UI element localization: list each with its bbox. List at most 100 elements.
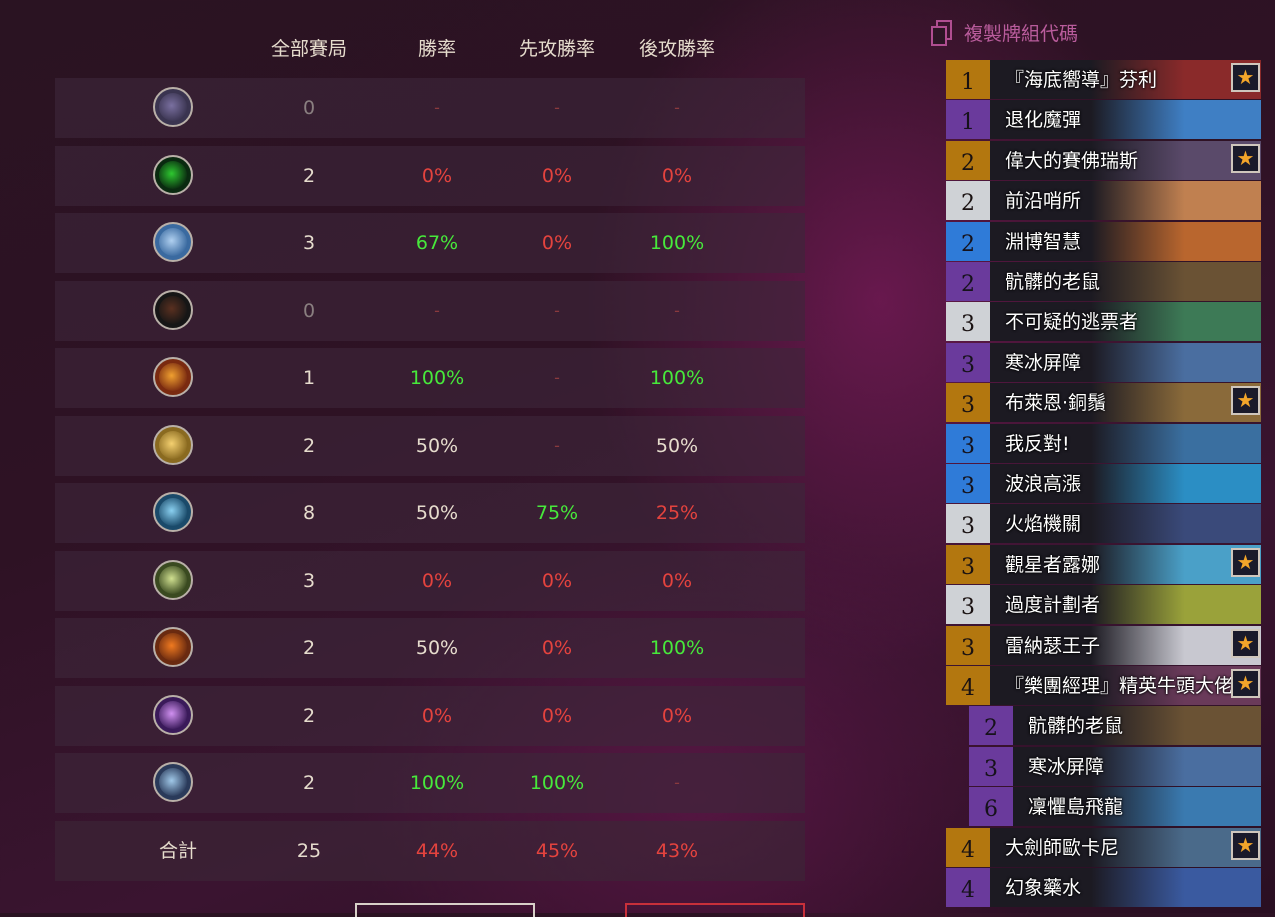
games-count: 0 xyxy=(302,299,316,322)
card-art xyxy=(1091,262,1261,301)
reset-button[interactable] xyxy=(625,903,805,917)
warrior-class-icon[interactable] xyxy=(153,627,193,667)
card-name: 不可疑的逃票者 xyxy=(1005,311,1139,334)
card-item[interactable]: 3 火焰機關 xyxy=(946,504,1261,544)
card-name: 觀星者露娜 xyxy=(1005,553,1101,576)
win-rate-cell: 0% xyxy=(421,164,453,187)
win-rate-cell: 50% xyxy=(415,637,459,659)
sub-card-item[interactable]: 2 骯髒的老鼠 xyxy=(969,706,1261,746)
second-rate-cell: - xyxy=(674,300,680,320)
star-icon: ★ xyxy=(1231,669,1260,698)
table-row: 0 - - - xyxy=(55,78,805,138)
hunter-class-icon[interactable] xyxy=(153,154,193,195)
card-item[interactable]: 2 前沿哨所 xyxy=(946,181,1261,221)
card-cost: 3 xyxy=(969,746,1013,786)
star-icon: ★ xyxy=(1231,830,1260,860)
win-rate-cell: 44% xyxy=(415,839,459,862)
games-count: 2 xyxy=(302,704,316,727)
card-name: 骯髒的老鼠 xyxy=(1005,271,1101,293)
second-rate-cell: 0% xyxy=(661,164,693,187)
card-item[interactable]: 3 布萊恩·銅鬚 ★ xyxy=(946,383,1261,423)
card-name: 我反對! xyxy=(1005,432,1070,455)
second-rate-cell: 100% xyxy=(649,232,705,254)
first-rate-cell: 0% xyxy=(541,637,573,659)
table-row: 2 0% 0% 0% xyxy=(55,685,805,746)
card-cost: 3 xyxy=(946,504,990,544)
games-count: 8 xyxy=(302,502,316,524)
paladin-class-icon[interactable] xyxy=(153,424,193,465)
card-item[interactable]: 2 淵博智慧 xyxy=(946,221,1261,261)
games-count: 25 xyxy=(296,839,322,862)
first-rate-cell: 75% xyxy=(535,502,579,524)
shaman-class-icon[interactable] xyxy=(153,222,193,262)
card-item[interactable]: 3 過度計劃者 xyxy=(946,585,1261,625)
card-cost: 2 xyxy=(946,262,990,301)
card-art xyxy=(1091,181,1261,221)
card-name: 火焰機關 xyxy=(1005,513,1082,536)
card-item[interactable]: 2 偉大的賽佛瑞斯 ★ xyxy=(946,140,1261,180)
card-item[interactable]: 3 雷納瑟王子 ★ xyxy=(946,625,1261,665)
total-label: 合計 xyxy=(158,839,198,862)
card-cost: 3 xyxy=(946,544,990,584)
card-item[interactable]: 4 『樂團經理』精英牛頭大佬 ★ xyxy=(946,666,1261,705)
card-cost: 2 xyxy=(969,706,1013,746)
card-cost: 2 xyxy=(946,221,990,261)
card-item[interactable]: 4 大劍師歐卡尼 ★ xyxy=(946,827,1261,867)
second-rate-cell: 0% xyxy=(661,569,693,592)
card-item[interactable]: 1 退化魔彈 xyxy=(946,100,1261,140)
table-row: 1 100% - 100% xyxy=(55,348,805,408)
card-name: 寒冰屏障 xyxy=(1028,755,1105,778)
star-icon: ★ xyxy=(1231,386,1260,416)
card-name: 退化魔彈 xyxy=(1005,109,1082,132)
second-rate-cell: 43% xyxy=(655,839,699,862)
card-item[interactable]: 1 『海底嚮導』芬利 ★ xyxy=(946,60,1261,99)
copy-deck-code-button[interactable]: 複製牌組代碼 xyxy=(930,18,1078,46)
first-rate-cell: - xyxy=(554,98,560,117)
card-item[interactable]: 3 我反對! xyxy=(946,423,1261,463)
card-cost: 3 xyxy=(946,423,990,463)
table-row: 3 67% 0% 100% xyxy=(55,213,805,273)
card-item[interactable]: 3 觀星者露娜 ★ xyxy=(946,544,1261,584)
games-count: 2 xyxy=(302,164,316,187)
card-item[interactable]: 3 不可疑的逃票者 xyxy=(946,302,1261,342)
sub-card-item[interactable]: 3 寒冰屏障 xyxy=(969,746,1261,786)
card-item[interactable]: 4 幻象藥水 xyxy=(946,868,1261,907)
warlock-class-icon[interactable] xyxy=(153,694,193,735)
card-name: 布萊恩·銅鬚 xyxy=(1005,392,1107,415)
games-count: 2 xyxy=(302,434,316,457)
win-rate-cell: 0% xyxy=(421,569,453,592)
card-cost: 3 xyxy=(946,625,990,665)
priest-class-icon[interactable] xyxy=(153,492,193,532)
games-count: 3 xyxy=(302,569,316,592)
card-name: 前沿哨所 xyxy=(1005,190,1082,213)
games-count: 1 xyxy=(302,367,316,389)
card-cost: 3 xyxy=(946,585,990,625)
card-name: 淵博智慧 xyxy=(1005,230,1082,253)
card-item[interactable]: 2 骯髒的老鼠 xyxy=(946,262,1261,301)
copy-icon xyxy=(930,20,952,46)
win-rate-cell: 50% xyxy=(415,502,459,524)
rogue-class-icon[interactable] xyxy=(153,762,193,802)
card-cost: 3 xyxy=(946,302,990,342)
card-art xyxy=(1091,868,1261,907)
games-count: 2 xyxy=(302,637,316,659)
filter-button[interactable] xyxy=(355,903,535,917)
first-rate-cell: 45% xyxy=(535,839,579,862)
card-cost: 2 xyxy=(946,181,990,221)
sub-card-item[interactable]: 6 凜懼島飛龍 xyxy=(969,787,1261,827)
card-cost: 4 xyxy=(946,868,990,907)
card-cost: 4 xyxy=(946,666,990,705)
druid-class-icon[interactable] xyxy=(153,559,193,600)
first-rate-cell: - xyxy=(554,300,560,320)
stats-header: 全部賽局 勝率 先攻勝率 後攻勝率 xyxy=(55,30,805,66)
card-cost: 4 xyxy=(946,827,990,867)
win-rate-cell: 0% xyxy=(421,704,453,727)
demon-hunter-class-icon[interactable] xyxy=(153,289,193,330)
total-row: 合計 25 44% 45% 43% xyxy=(55,820,805,881)
generic-class-icon[interactable] xyxy=(153,87,193,127)
card-item[interactable]: 3 寒冰屏障 xyxy=(946,342,1261,382)
card-item[interactable]: 3 波浪高漲 xyxy=(946,464,1261,503)
first-rate-cell: - xyxy=(554,368,560,387)
mage-class-icon[interactable] xyxy=(153,357,193,397)
star-icon: ★ xyxy=(1231,547,1260,577)
